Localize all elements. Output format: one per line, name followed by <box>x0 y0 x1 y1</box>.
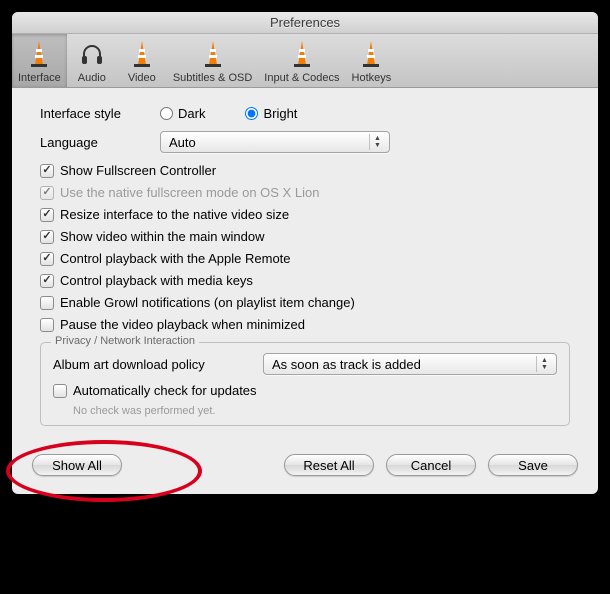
check-label: Automatically check for updates <box>73 383 257 398</box>
content-pane: Interface style Dark Bright Language Aut… <box>12 88 598 440</box>
privacy-group: Privacy / Network Interaction Album art … <box>40 342 570 426</box>
language-value: Auto <box>169 135 196 150</box>
album-art-value: As soon as track is added <box>272 357 421 372</box>
button-label: Show All <box>52 458 102 473</box>
checkbox-icon <box>40 186 54 200</box>
button-label: Save <box>518 458 548 473</box>
language-label: Language <box>40 135 160 150</box>
check-label: Show video within the main window <box>60 229 265 244</box>
language-select[interactable]: Auto ▲▼ <box>160 131 390 153</box>
tab-input-codecs[interactable]: Input & Codecs <box>258 34 345 87</box>
checkbox-icon[interactable] <box>40 296 54 310</box>
update-hint: No check was performed yet. <box>73 405 557 417</box>
chevron-updown-icon: ▲▼ <box>369 134 385 150</box>
button-bar: Show All Reset All Cancel Save <box>12 440 598 494</box>
reset-all-button[interactable]: Reset All <box>284 454 374 476</box>
radio-dark-label: Dark <box>178 106 205 121</box>
radio-bright[interactable]: Bright <box>245 106 297 121</box>
window-title: Preferences <box>270 15 340 30</box>
button-label: Reset All <box>303 458 354 473</box>
tab-label: Subtitles & OSD <box>173 72 252 84</box>
chevron-updown-icon: ▲▼ <box>536 356 552 372</box>
cone-icon <box>23 38 55 70</box>
toolbar: Interface Audio Video Subtitles & OSD In… <box>12 34 598 88</box>
tab-label: Audio <box>78 72 106 84</box>
checkbox-icon[interactable] <box>40 208 54 222</box>
tab-label: Hotkeys <box>352 72 392 84</box>
tab-label: Input & Codecs <box>264 72 339 84</box>
checkbox-icon[interactable] <box>40 230 54 244</box>
check-label: Enable Growl notifications (on playlist … <box>60 295 355 310</box>
album-art-select[interactable]: As soon as track is added ▲▼ <box>263 353 557 375</box>
cone-icon <box>126 38 158 70</box>
check-label: Pause the video playback when minimized <box>60 317 305 332</box>
checkbox-icon[interactable] <box>40 274 54 288</box>
titlebar: Preferences <box>12 12 598 34</box>
radio-bright-label: Bright <box>263 106 297 121</box>
check-resize-interface[interactable]: Resize interface to the native video siz… <box>40 207 570 222</box>
check-fullscreen-controller[interactable]: Show Fullscreen Controller <box>40 163 570 178</box>
tab-subtitles[interactable]: Subtitles & OSD <box>167 34 258 87</box>
check-label: Control playback with media keys <box>60 273 253 288</box>
checkbox-icon[interactable] <box>53 384 67 398</box>
cone-icon <box>286 38 318 70</box>
tab-hotkeys[interactable]: Hotkeys <box>346 34 398 87</box>
tab-audio[interactable]: Audio <box>67 34 117 87</box>
radio-bright-input[interactable] <box>245 107 258 120</box>
interface-style-label: Interface style <box>40 106 160 121</box>
check-growl[interactable]: Enable Growl notifications (on playlist … <box>40 295 570 310</box>
tab-label: Video <box>128 72 156 84</box>
cone-icon <box>197 38 229 70</box>
headphones-icon <box>76 38 108 70</box>
check-media-keys[interactable]: Control playback with media keys <box>40 273 570 288</box>
button-label: Cancel <box>411 458 451 473</box>
check-apple-remote[interactable]: Control playback with the Apple Remote <box>40 251 570 266</box>
check-label: Control playback with the Apple Remote <box>60 251 291 266</box>
tab-label: Interface <box>18 72 61 84</box>
cone-icon <box>355 38 387 70</box>
radio-dark[interactable]: Dark <box>160 106 205 121</box>
check-pause-minimized[interactable]: Pause the video playback when minimized <box>40 317 570 332</box>
check-label: Use the native fullscreen mode on OS X L… <box>60 185 319 200</box>
check-label: Resize interface to the native video siz… <box>60 207 289 222</box>
checkbox-icon[interactable] <box>40 318 54 332</box>
checkbox-icon[interactable] <box>40 252 54 266</box>
radio-dark-input[interactable] <box>160 107 173 120</box>
check-auto-updates[interactable]: Automatically check for updates <box>53 383 557 398</box>
save-button[interactable]: Save <box>488 454 578 476</box>
show-all-button[interactable]: Show All <box>32 454 122 476</box>
cancel-button[interactable]: Cancel <box>386 454 476 476</box>
album-art-label: Album art download policy <box>53 357 263 372</box>
check-label: Show Fullscreen Controller <box>60 163 216 178</box>
checkbox-icon[interactable] <box>40 164 54 178</box>
check-video-main-window[interactable]: Show video within the main window <box>40 229 570 244</box>
preferences-window: Preferences Interface Audio Video Subtit… <box>12 12 598 494</box>
tab-interface[interactable]: Interface <box>12 34 67 87</box>
privacy-group-title: Privacy / Network Interaction <box>51 335 199 347</box>
tab-video[interactable]: Video <box>117 34 167 87</box>
check-native-fullscreen: Use the native fullscreen mode on OS X L… <box>40 185 570 200</box>
